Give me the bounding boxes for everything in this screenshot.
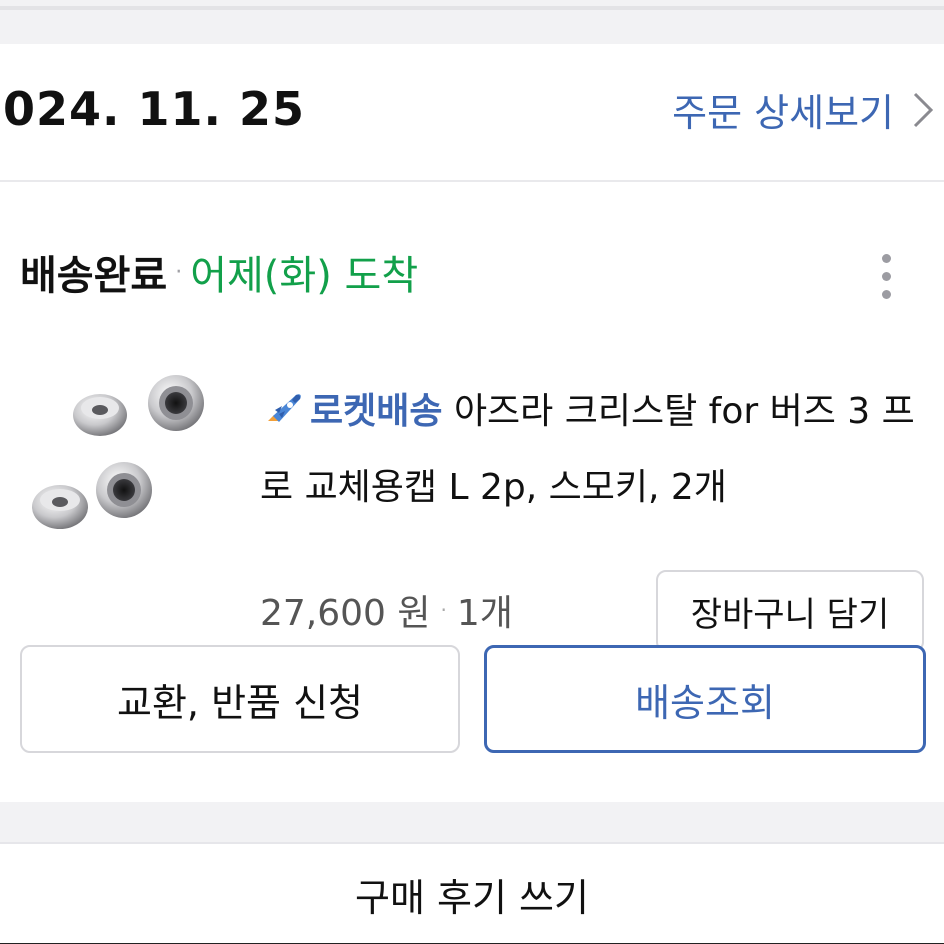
- exchange-return-button[interactable]: 교환, 반품 신청: [20, 645, 460, 753]
- order-page: 2024. 11. 25 주문 상세보기 배송완료 · 어제(화) 도착 로켓배…: [0, 0, 944, 944]
- rocket-icon: [268, 394, 301, 422]
- rocket-delivery-badge: 로켓배송: [310, 391, 443, 432]
- review-card: 구매 후기 쓰기: [0, 842, 944, 944]
- divider: [0, 6, 944, 10]
- arrival-date: 어제(화) 도착: [190, 253, 419, 299]
- product-quantity: 1개: [456, 593, 513, 634]
- more-options-icon[interactable]: [862, 248, 910, 304]
- product-title[interactable]: 로켓배송 아즈라 크리스탈 for 버즈 3 프로 교체용캡 L 2p, 스모키…: [260, 374, 930, 526]
- product-price: 27,600 원: [260, 593, 431, 634]
- order-detail-link[interactable]: 주문 상세보기: [672, 82, 934, 137]
- top-divider-strip: [0, 0, 944, 44]
- order-header: 2024. 11. 25 주문 상세보기: [0, 44, 944, 182]
- price-row: 27,600 원 · 1개: [260, 584, 513, 636]
- order-detail-label: 주문 상세보기: [672, 91, 894, 135]
- order-date: 2024. 11. 25: [0, 82, 306, 136]
- chevron-right-icon: [913, 92, 934, 127]
- price-separator: ·: [440, 598, 447, 622]
- delivery-status-row: 배송완료 · 어제(화) 도착: [20, 244, 924, 300]
- add-to-cart-button[interactable]: 장바구니 담기: [656, 570, 924, 652]
- track-delivery-button[interactable]: 배송조회: [484, 645, 926, 753]
- status-separator: ·: [175, 259, 183, 285]
- delivery-status: 배송완료: [20, 253, 168, 299]
- order-card: 2024. 11. 25 주문 상세보기 배송완료 · 어제(화) 도착 로켓배…: [0, 44, 944, 802]
- product-thumbnail[interactable]: [18, 370, 214, 546]
- write-review-button[interactable]: 구매 후기 쓰기: [0, 844, 944, 944]
